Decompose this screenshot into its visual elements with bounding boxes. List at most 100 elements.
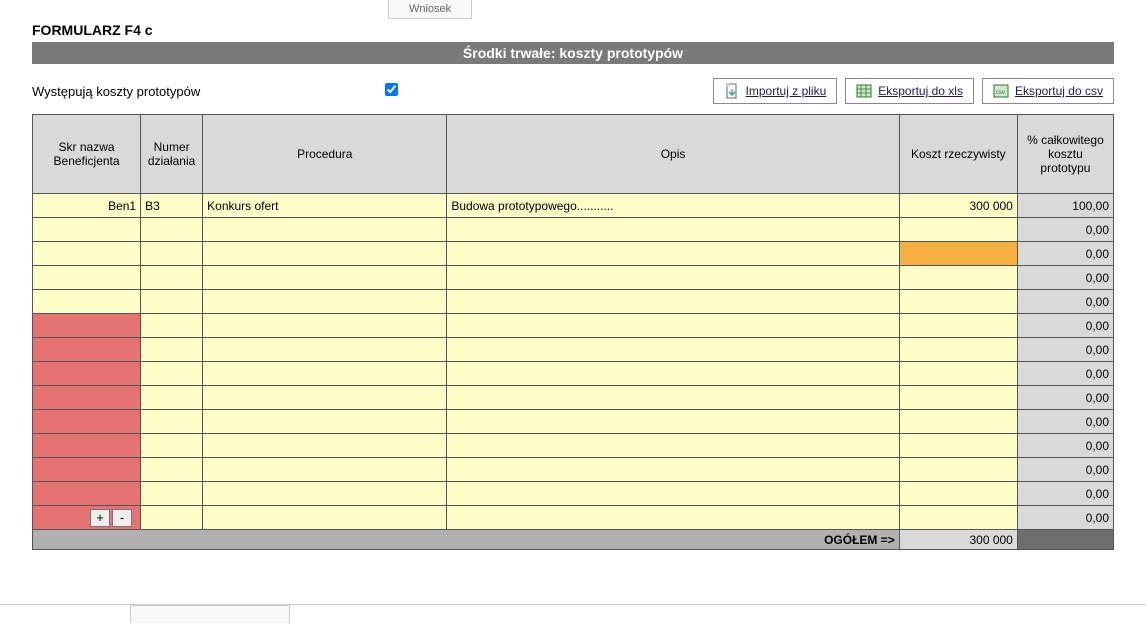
- cell-procedura[interactable]: Konkurs ofert: [203, 194, 447, 218]
- add-row-button[interactable]: +: [90, 509, 110, 527]
- cell-opis[interactable]: Budowa prototypowego...........: [447, 194, 899, 218]
- cell-opis[interactable]: [447, 338, 899, 362]
- cell-numer[interactable]: [141, 434, 203, 458]
- cell-koszt[interactable]: [899, 290, 1017, 314]
- export-csv-button[interactable]: csv Eksportuj do csv: [982, 78, 1114, 104]
- table-row: 0,00: [33, 362, 1114, 386]
- cell-opis[interactable]: [447, 362, 899, 386]
- cell-pct: 0,00: [1017, 506, 1113, 530]
- cell-skr[interactable]: [33, 386, 141, 410]
- cell-opis[interactable]: [447, 482, 899, 506]
- cell-pct: 0,00: [1017, 362, 1113, 386]
- table-row: +- 0,00: [33, 506, 1114, 530]
- remove-row-button[interactable]: -: [112, 509, 132, 527]
- col-header-procedura: Procedura: [203, 115, 447, 194]
- cell-opis[interactable]: [447, 242, 899, 266]
- cell-numer[interactable]: [141, 362, 203, 386]
- cell-opis[interactable]: [447, 410, 899, 434]
- cell-opis[interactable]: [447, 290, 899, 314]
- cell-numer[interactable]: [141, 218, 203, 242]
- cell-skr[interactable]: [33, 482, 141, 506]
- cell-procedura[interactable]: [203, 314, 447, 338]
- total-pct: [1017, 530, 1113, 550]
- total-row: OGÓŁEM => 300 000: [33, 530, 1114, 550]
- cell-procedura[interactable]: [203, 218, 447, 242]
- cell-opis[interactable]: [447, 506, 899, 530]
- cell-skr[interactable]: [33, 218, 141, 242]
- cell-skr[interactable]: +-: [33, 506, 141, 530]
- cell-procedura[interactable]: [203, 482, 447, 506]
- cell-koszt[interactable]: [899, 386, 1017, 410]
- cell-numer[interactable]: [141, 290, 203, 314]
- cell-pct: 0,00: [1017, 338, 1113, 362]
- cell-skr[interactable]: [33, 362, 141, 386]
- cell-skr[interactable]: [33, 338, 141, 362]
- cell-procedura[interactable]: [203, 410, 447, 434]
- export-xls-button[interactable]: Eksportuj do xls: [845, 78, 974, 104]
- cell-skr[interactable]: [33, 242, 141, 266]
- table-row: 0,00: [33, 482, 1114, 506]
- cell-koszt[interactable]: [899, 434, 1017, 458]
- cell-opis[interactable]: [447, 434, 899, 458]
- cell-numer[interactable]: [141, 314, 203, 338]
- cell-procedura[interactable]: [203, 506, 447, 530]
- form-title: FORMULARZ F4 c: [32, 0, 1114, 42]
- cell-opis[interactable]: [447, 458, 899, 482]
- import-label: Importuj z pliku: [746, 84, 827, 98]
- cell-numer[interactable]: [141, 386, 203, 410]
- cell-numer[interactable]: B3: [141, 194, 203, 218]
- cell-opis[interactable]: [447, 266, 899, 290]
- cell-procedura[interactable]: [203, 458, 447, 482]
- cell-numer[interactable]: [141, 458, 203, 482]
- cell-procedura[interactable]: [203, 266, 447, 290]
- cell-skr[interactable]: [33, 458, 141, 482]
- cell-koszt[interactable]: [899, 506, 1017, 530]
- cell-numer[interactable]: [141, 506, 203, 530]
- xls-export-icon: [856, 83, 872, 99]
- cell-opis[interactable]: [447, 314, 899, 338]
- cell-opis[interactable]: [447, 218, 899, 242]
- tab-wniosek[interactable]: Wniosek: [388, 0, 472, 19]
- cell-procedura[interactable]: [203, 362, 447, 386]
- cell-numer[interactable]: [141, 410, 203, 434]
- cell-numer[interactable]: [141, 266, 203, 290]
- cell-procedura[interactable]: [203, 386, 447, 410]
- cell-numer[interactable]: [141, 482, 203, 506]
- col-header-koszt: Koszt rzeczywisty: [899, 115, 1017, 194]
- cell-procedura[interactable]: [203, 338, 447, 362]
- table-row: 0,00: [33, 314, 1114, 338]
- table-row: Ben1B3Konkurs ofertBudowa prototypowego.…: [33, 194, 1114, 218]
- import-from-file-button[interactable]: Importuj z pliku: [713, 78, 838, 104]
- cell-koszt[interactable]: [899, 314, 1017, 338]
- cell-koszt[interactable]: [899, 218, 1017, 242]
- cell-pct: 0,00: [1017, 386, 1113, 410]
- export-csv-label: Eksportuj do csv: [1015, 84, 1103, 98]
- cell-koszt[interactable]: [899, 362, 1017, 386]
- svg-text:csv: csv: [996, 90, 1005, 96]
- cell-koszt[interactable]: [899, 482, 1017, 506]
- table-row: 0,00: [33, 290, 1114, 314]
- cell-skr[interactable]: Ben1: [33, 194, 141, 218]
- cell-skr[interactable]: [33, 266, 141, 290]
- bottom-tab-stub[interactable]: [130, 605, 290, 623]
- export-xls-label: Eksportuj do xls: [878, 84, 963, 98]
- cell-skr[interactable]: [33, 314, 141, 338]
- cell-opis[interactable]: [447, 386, 899, 410]
- cell-procedura[interactable]: [203, 290, 447, 314]
- cell-koszt[interactable]: [899, 458, 1017, 482]
- cell-koszt[interactable]: [899, 338, 1017, 362]
- cell-pct: 0,00: [1017, 290, 1113, 314]
- cell-skr[interactable]: [33, 434, 141, 458]
- cell-numer[interactable]: [141, 338, 203, 362]
- cell-procedura[interactable]: [203, 242, 447, 266]
- cell-pct: 100,00: [1017, 194, 1113, 218]
- cell-koszt[interactable]: [899, 410, 1017, 434]
- cell-numer[interactable]: [141, 242, 203, 266]
- prototype-costs-checkbox[interactable]: [385, 83, 398, 96]
- cell-koszt[interactable]: 300 000: [899, 194, 1017, 218]
- cell-koszt[interactable]: [899, 266, 1017, 290]
- cell-skr[interactable]: [33, 290, 141, 314]
- cell-skr[interactable]: [33, 410, 141, 434]
- cell-procedura[interactable]: [203, 434, 447, 458]
- cell-koszt[interactable]: [899, 242, 1017, 266]
